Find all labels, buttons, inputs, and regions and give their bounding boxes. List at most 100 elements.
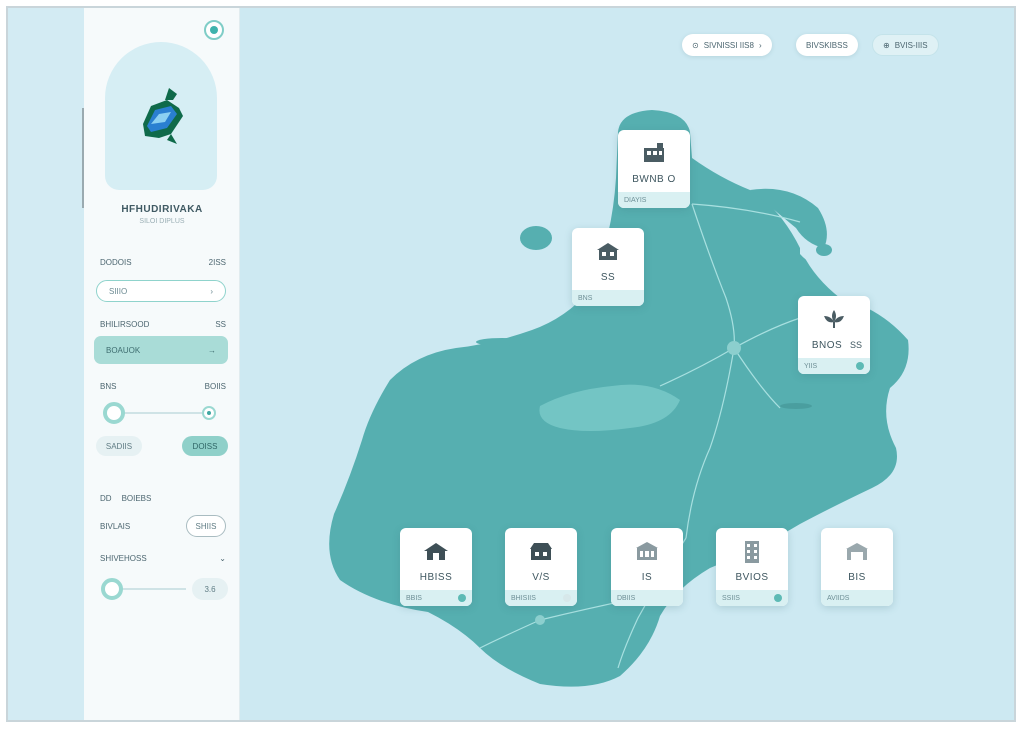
search-input[interactable]: SIIIO › bbox=[96, 280, 226, 302]
poi-card-footer-text: DBIIS bbox=[617, 594, 636, 602]
poi-card-label: SS bbox=[600, 272, 616, 283]
target-icon: ⊙ bbox=[692, 40, 699, 50]
poi-card-label: BWNB O bbox=[632, 174, 676, 185]
poi-card-cabin[interactable]: HBISS BBIS bbox=[400, 528, 472, 606]
poi-card-footer: BNS bbox=[572, 290, 644, 306]
slider-value-display: 3.6 bbox=[192, 578, 228, 600]
slider-handle[interactable] bbox=[103, 402, 125, 424]
poi-card-footer-text: BBIS bbox=[406, 594, 422, 602]
section-label: BOIEBS bbox=[121, 494, 152, 503]
islet-south-east bbox=[780, 403, 812, 409]
left-edge-strip bbox=[8, 8, 85, 720]
panel-toggle-icon[interactable] bbox=[204, 20, 224, 40]
layer-chip[interactable]: BIVSKIBSS bbox=[796, 34, 858, 56]
islet-north bbox=[520, 226, 552, 250]
poi-card-footer-text: DIAYIS bbox=[624, 196, 647, 204]
poi-card-footer: AVIIDS bbox=[821, 590, 893, 606]
junction-point-center bbox=[727, 341, 741, 355]
layers-chip-text: BVIS-IIIS bbox=[894, 40, 928, 50]
poi-card-footer-text: BHISIIS bbox=[511, 594, 536, 602]
house-icon bbox=[400, 540, 472, 562]
region-title: HFHUDIRIVAKA bbox=[121, 204, 203, 215]
range-row-label: BNS bbox=[100, 382, 117, 391]
location-search-chip[interactable]: ⊙ SIVNISSI IIS8 › bbox=[682, 34, 772, 56]
slider-track bbox=[112, 588, 186, 590]
poi-card-label: BVIOS bbox=[735, 572, 769, 583]
poi-card-store[interactable]: V/S BHISIIS bbox=[505, 528, 577, 606]
active-filter-label: BOAUOK bbox=[106, 345, 141, 355]
poi-card-footer: DBIIS bbox=[611, 590, 683, 606]
category-row-label: BHILIRSOOD bbox=[100, 320, 150, 329]
range-slider[interactable] bbox=[98, 402, 216, 424]
region-subtitle: SILOI DIPLUS bbox=[139, 218, 185, 225]
chevron-right-icon: › bbox=[758, 40, 762, 50]
poi-card-tower[interactable]: BVIOS SSIIS bbox=[716, 528, 788, 606]
poi-card-label: IS bbox=[641, 572, 653, 583]
range-row-value: BOIIS bbox=[204, 382, 226, 391]
slider-end-handle[interactable] bbox=[202, 406, 216, 420]
filter-chip-left[interactable]: SADIIS bbox=[96, 436, 142, 456]
poi-card-footer: DIAYIS bbox=[618, 192, 690, 208]
active-filter-button[interactable]: BOAUOK → bbox=[94, 336, 228, 364]
poi-card-garage[interactable]: BIS AVIIDS bbox=[821, 528, 893, 606]
poi-card-footer: YIIS bbox=[798, 358, 870, 374]
slider-handle[interactable] bbox=[101, 578, 123, 600]
poi-card-label: HBISS bbox=[419, 572, 453, 583]
chevron-down-icon[interactable]: ⌄ bbox=[219, 554, 226, 563]
poi-card-footer: SSIIS bbox=[716, 590, 788, 606]
poi-card-building[interactable]: BWNB O DIAYIS bbox=[618, 130, 690, 208]
poi-card-label: BIS bbox=[848, 572, 866, 583]
dropdown-label: SHIVEHOSS bbox=[100, 554, 147, 563]
section-icon: DD bbox=[100, 494, 112, 503]
info-row-label: DODOIS bbox=[100, 258, 132, 267]
plant-icon bbox=[798, 308, 870, 330]
dropdown-row[interactable]: SHIVEHOSS ⌄ bbox=[100, 554, 226, 563]
info-row: DODOIS 2ISS bbox=[100, 258, 226, 267]
region-thumbnail bbox=[105, 42, 217, 190]
filter-chip-right[interactable]: DOISS bbox=[182, 436, 228, 456]
tower-icon bbox=[716, 540, 788, 563]
island-logo-icon bbox=[143, 88, 183, 144]
layers-icon: ⊕ bbox=[883, 40, 890, 50]
poi-card-side-value: SS bbox=[849, 340, 862, 350]
status-dot-icon bbox=[458, 594, 466, 602]
chevron-right-icon: › bbox=[210, 286, 213, 296]
house-icon bbox=[572, 240, 644, 262]
option-row-label: BIVLAIS bbox=[100, 522, 131, 531]
poi-card-footer: BHISIIS bbox=[505, 590, 577, 606]
building-icon bbox=[618, 142, 690, 164]
slider-track bbox=[112, 412, 202, 414]
poi-card-footer-text: BNS bbox=[578, 294, 593, 302]
islet-east bbox=[816, 244, 832, 256]
location-chip-text: SIVNISSI IIS8 bbox=[703, 40, 754, 50]
poi-card-house[interactable]: SS BNS bbox=[572, 228, 644, 306]
category-row: BHILIRSOOD SS bbox=[100, 320, 226, 329]
range-row: BNS BOIIS bbox=[100, 382, 226, 391]
poi-card-footer-text: AVIIDS bbox=[827, 594, 850, 602]
islet-west bbox=[476, 338, 528, 346]
status-dot-icon bbox=[563, 594, 571, 602]
arrow-right-icon: → bbox=[208, 345, 216, 355]
info-row-value: 2ISS bbox=[208, 258, 226, 267]
poi-card-footer: BBIS bbox=[400, 590, 472, 606]
layers-chip[interactable]: ⊕ BVIS-IIIS bbox=[872, 34, 939, 56]
status-dot-icon bbox=[856, 362, 864, 370]
garage-icon bbox=[821, 540, 893, 562]
poi-card-plant[interactable]: BNOS SS YIIS bbox=[798, 296, 870, 374]
map-view[interactable]: ⊙ SIVNISSI IIS8 › BIVSKIBSS ⊕ BVIS-IIIS … bbox=[240, 8, 1016, 722]
category-row-value: SS bbox=[215, 320, 226, 329]
poi-card-label: V/S bbox=[532, 572, 550, 583]
junction-point-south bbox=[535, 615, 545, 625]
island-map[interactable] bbox=[240, 8, 1016, 722]
poi-card-footer-text: SSIIS bbox=[722, 594, 740, 602]
app-frame: HFHUDIRIVAKA SILOI DIPLUS DODOIS 2ISS SI… bbox=[6, 6, 1016, 722]
section-header: DD BOIEBS bbox=[100, 494, 226, 503]
status-dot-icon bbox=[774, 594, 782, 602]
poi-card-bank[interactable]: IS DBIIS bbox=[611, 528, 683, 606]
sidebar-panel: HFHUDIRIVAKA SILOI DIPLUS DODOIS 2ISS SI… bbox=[84, 8, 240, 720]
option-button[interactable]: SHIIS bbox=[186, 515, 226, 537]
store-icon bbox=[505, 540, 577, 562]
search-input-value: SIIIO bbox=[109, 286, 128, 296]
poi-card-footer-text: YIIS bbox=[804, 362, 818, 370]
value-slider[interactable] bbox=[98, 578, 186, 600]
